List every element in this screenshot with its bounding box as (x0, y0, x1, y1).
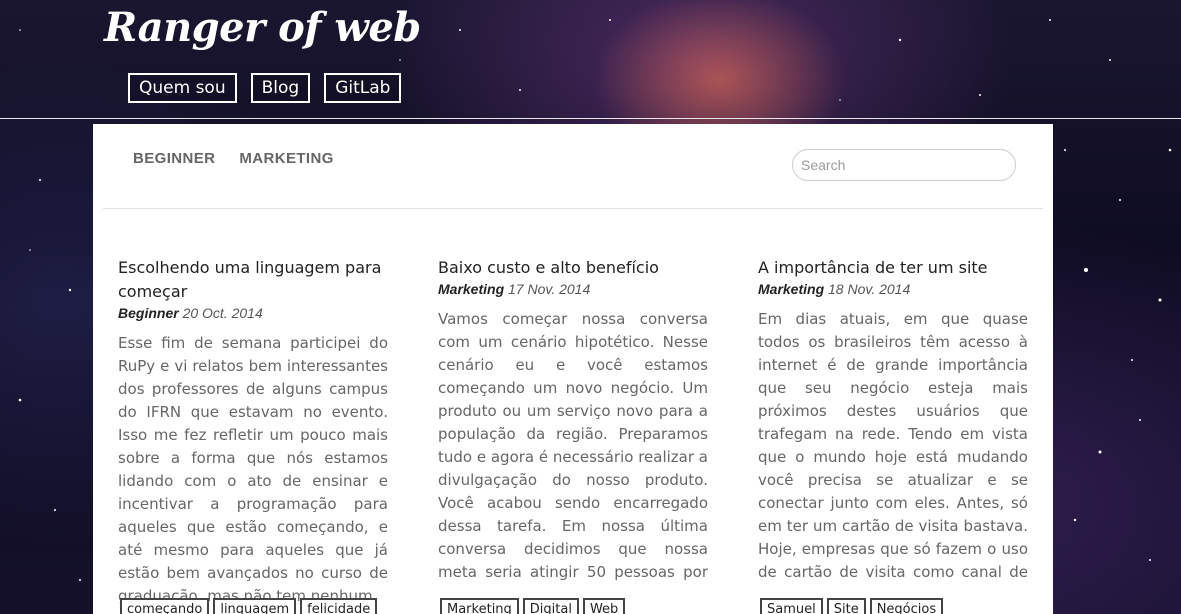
search-input[interactable] (792, 149, 1016, 181)
tag[interactable]: começando (120, 598, 210, 614)
tag[interactable]: Digital (522, 598, 579, 614)
post-card: Baixo custo e alto benefício Marketing 1… (438, 256, 708, 583)
post-tags: Samuel Site Negócios (760, 598, 944, 614)
post-title[interactable]: A importância de ter um site (758, 256, 1028, 280)
category-marketing[interactable]: MARKETING (239, 150, 333, 167)
post-excerpt: Vamos começar nossa conversa com um cená… (438, 310, 708, 581)
post-title[interactable]: Baixo custo e alto benefício (438, 256, 708, 280)
tag[interactable]: Marketing (440, 598, 519, 614)
category-menu: BEGINNER MARKETING (133, 150, 334, 167)
section-divider (103, 208, 1043, 209)
post-card: Escolhendo uma linguagem para começar Be… (118, 256, 388, 607)
tag[interactable]: Web (582, 598, 626, 614)
tag[interactable]: felicidade (300, 598, 378, 614)
post-tags: Marketing Digital Web (440, 598, 626, 614)
tag[interactable]: Site (826, 598, 866, 614)
post-excerpt: Esse fim de semana participei do RuPy e … (118, 334, 388, 605)
category-beginner[interactable]: BEGINNER (133, 150, 215, 167)
nav-blog[interactable]: Blog (250, 73, 311, 103)
post-title[interactable]: Escolhendo uma linguagem para começar (118, 256, 388, 304)
content-card: BEGINNER MARKETING Escolhendo uma lingua… (93, 124, 1053, 614)
post-meta: Beginner 20 Oct. 2014 (118, 304, 388, 322)
post-card: A importância de ter um site Marketing 1… (758, 256, 1028, 583)
post-meta: Marketing 18 Nov. 2014 (758, 280, 1028, 298)
main-nav: Quem sou Blog GitLab (128, 73, 402, 103)
site-title[interactable]: Ranger of web (104, 4, 421, 51)
header-divider (0, 118, 1181, 119)
post-category[interactable]: Marketing (758, 281, 824, 297)
nav-quem-sou[interactable]: Quem sou (128, 73, 237, 103)
tag[interactable]: Negócios (869, 598, 944, 614)
post-meta: Marketing 17 Nov. 2014 (438, 280, 708, 298)
post-date: 18 Nov. 2014 (828, 281, 911, 297)
post-tags: começando linguagem felicidade (120, 598, 378, 614)
tag[interactable]: linguagem (213, 598, 297, 614)
post-category[interactable]: Beginner (118, 305, 179, 321)
tag[interactable]: Samuel (760, 598, 823, 614)
post-date: 17 Nov. 2014 (508, 281, 591, 297)
post-excerpt: Em dias atuais, em que quase todos os br… (758, 310, 1028, 581)
post-date: 20 Oct. 2014 (182, 305, 263, 321)
post-category[interactable]: Marketing (438, 281, 504, 297)
nav-gitlab[interactable]: GitLab (324, 73, 402, 103)
